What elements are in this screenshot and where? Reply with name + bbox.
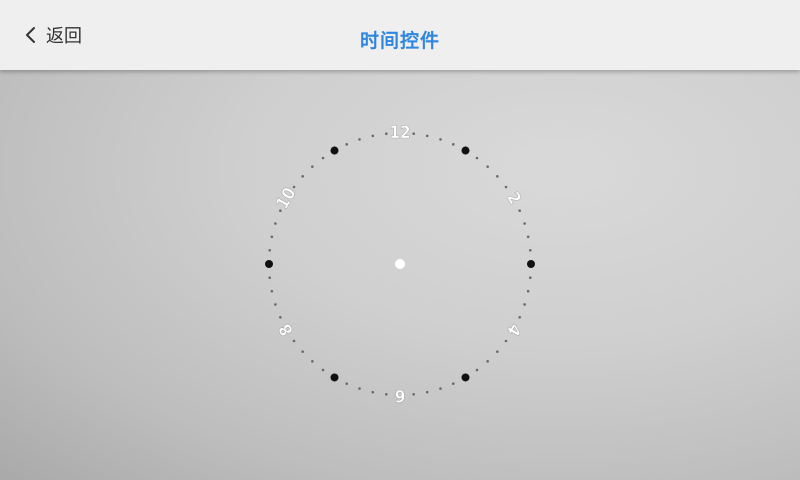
hour-label[interactable]: 4 <box>502 320 525 340</box>
minute-dot <box>385 132 388 136</box>
top-bar: 返回 时间控件 <box>0 0 800 70</box>
clock-face[interactable]: 12 2 4 6 8 10 <box>0 70 800 480</box>
minute-dot <box>270 289 274 293</box>
hour-dot[interactable] <box>330 146 339 155</box>
hour-label[interactable]: 6 <box>394 385 406 406</box>
minute-dot <box>385 392 388 396</box>
clock-area: 12 2 4 6 8 10 <box>0 70 800 480</box>
minute-dot <box>371 134 375 138</box>
minute-dot <box>439 387 442 390</box>
minute-dot <box>301 350 304 353</box>
minute-dot <box>528 249 532 252</box>
minute-dot <box>523 303 526 306</box>
minute-dot <box>358 138 361 141</box>
hour-label[interactable]: 8 <box>275 320 298 340</box>
minute-dot <box>345 382 349 385</box>
minute-dot <box>279 209 282 213</box>
minute-dot <box>486 360 489 363</box>
minute-dot <box>345 143 349 146</box>
minute-dot <box>321 156 325 160</box>
minute-dot <box>486 165 489 168</box>
minute-dot <box>475 156 479 160</box>
minute-dot <box>425 390 429 394</box>
minute-dot <box>301 175 304 178</box>
minute-dot <box>311 360 314 363</box>
minute-dot <box>425 134 429 138</box>
hour-dot[interactable] <box>330 373 339 382</box>
minute-dot <box>274 222 277 225</box>
hour-label[interactable]: 2 <box>502 189 525 209</box>
minute-dot <box>496 175 499 178</box>
minute-dot <box>475 368 479 372</box>
minute-dot <box>451 143 455 146</box>
minute-dot <box>321 368 325 372</box>
minute-dot <box>526 289 530 293</box>
minute-dot <box>451 382 455 385</box>
hour-label[interactable]: 12 <box>389 123 411 144</box>
minute-dot <box>268 249 272 252</box>
hour-dot[interactable] <box>527 260 535 268</box>
minute-dot <box>496 350 499 353</box>
minute-dot <box>311 165 314 168</box>
minute-dot <box>371 390 375 394</box>
minute-dot <box>518 209 521 213</box>
minute-dot <box>279 315 282 319</box>
minute-dot <box>412 132 415 136</box>
minute-dot <box>358 387 361 390</box>
time-picker-screen: 返回 时间控件 12 2 4 6 8 10 <box>0 0 800 480</box>
hour-label[interactable]: 10 <box>272 184 301 213</box>
minute-dot <box>528 276 532 279</box>
minute-dot <box>504 185 508 189</box>
hour-dot[interactable] <box>265 260 273 268</box>
minute-dot <box>292 185 296 189</box>
minute-dot <box>292 339 296 343</box>
minute-dot <box>518 315 521 319</box>
minute-dot <box>504 339 508 343</box>
hour-dot[interactable] <box>461 146 470 155</box>
minute-dot <box>439 138 442 141</box>
hour-dot[interactable] <box>461 373 470 382</box>
minute-dot <box>268 276 272 279</box>
minute-dot <box>526 235 530 239</box>
minute-dot <box>523 222 526 225</box>
page-title: 时间控件 <box>359 30 440 52</box>
minute-dot <box>270 235 274 239</box>
minute-dot <box>412 392 415 396</box>
minute-dot <box>274 303 277 306</box>
center-dot <box>395 259 405 269</box>
